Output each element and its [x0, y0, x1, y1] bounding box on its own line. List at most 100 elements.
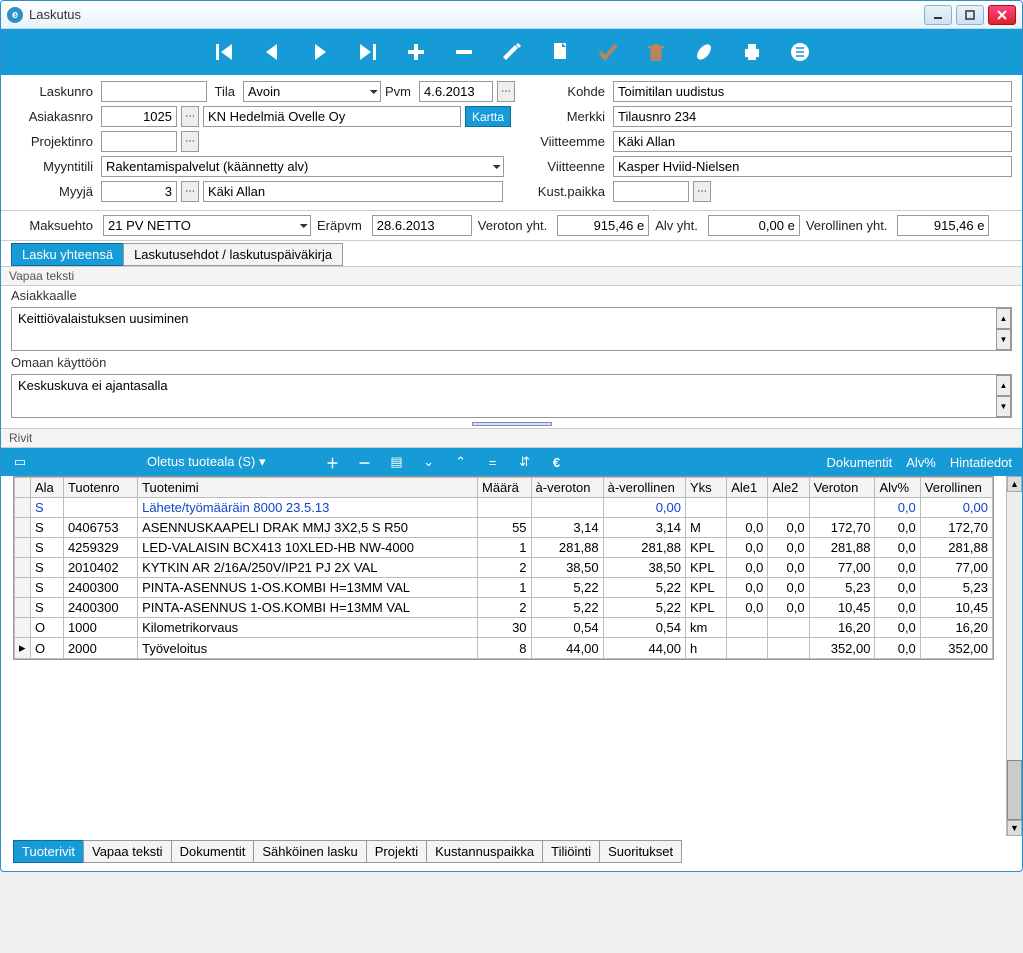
laskunro-input[interactable]	[101, 81, 207, 102]
remove-icon[interactable]	[450, 38, 478, 66]
myyja-nro-input[interactable]	[101, 181, 177, 202]
col-header[interactable]: Määrä	[477, 478, 531, 498]
col-header[interactable]: Ale2	[768, 478, 809, 498]
kartta-button[interactable]: Kartta	[465, 106, 511, 127]
print-icon[interactable]	[738, 38, 766, 66]
table-row[interactable]: S0406753ASENNUSKAAPELI DRAK MMJ 3X2,5 S …	[15, 518, 993, 538]
attach-icon[interactable]	[690, 38, 718, 66]
bottom-tab[interactable]: Kustannuspaikka	[426, 840, 543, 863]
viitteemme-input[interactable]	[613, 131, 1012, 152]
table-row[interactable]: S2400300PINTA-ASENNUS 1-OS.KOMBI H=13MM …	[15, 578, 993, 598]
col-header[interactable]: Ala	[30, 478, 63, 498]
tab-lasku-yhteensa[interactable]: Lasku yhteensä	[11, 243, 124, 266]
row-euro-icon[interactable]: €	[548, 455, 566, 470]
maksuehto-select[interactable]: 21 PV NETTO	[103, 215, 311, 236]
kustpaikka-lookup-button[interactable]: ⋯	[693, 181, 711, 202]
scroll-down-icon[interactable]: ▼	[1007, 820, 1022, 836]
col-header[interactable]: à-verollinen	[603, 478, 685, 498]
scroll-up-icon[interactable]: ▲	[1007, 476, 1022, 492]
check-icon[interactable]	[594, 38, 622, 66]
row-list-icon[interactable]: ▤	[388, 454, 406, 470]
splitter-handle[interactable]	[1, 420, 1022, 428]
kohde-input[interactable]	[613, 81, 1012, 102]
tila-select[interactable]: Avoin	[243, 81, 381, 102]
col-header[interactable]: à-veroton	[531, 478, 603, 498]
asiakasnro-input[interactable]	[101, 106, 177, 127]
omaan-text: Keskuskuva ei ajantasalla	[18, 378, 168, 393]
table-row[interactable]: O1000Kilometrikorvaus300,540,54km16,200,…	[15, 618, 993, 638]
viitteenne-input[interactable]	[613, 156, 1012, 177]
label-kustpaikka: Kust.paikka	[531, 184, 609, 199]
myyntitili-select[interactable]: Rakentamispalvelut (käännetty alv)	[101, 156, 504, 177]
bottom-tab[interactable]: Tiliöinti	[542, 840, 600, 863]
col-header[interactable]: Ale1	[727, 478, 768, 498]
row-down-icon[interactable]: ⌄	[420, 454, 438, 470]
asiakas-name-input[interactable]	[203, 106, 461, 127]
pvm-input[interactable]	[419, 81, 493, 102]
erapvm-input[interactable]	[372, 215, 472, 236]
row-equals-icon[interactable]: =	[484, 455, 502, 470]
omaan-textarea[interactable]: Keskuskuva ei ajantasalla ▲▼	[11, 374, 1012, 418]
table-row[interactable]: SLähete/työmääräin 8000 23.5.130,000,00,…	[15, 498, 993, 518]
tab-laskutusehdot[interactable]: Laskutusehdot / laskutuspäiväkirja	[123, 243, 343, 266]
myyja-lookup-button[interactable]: ⋯	[181, 181, 199, 202]
table-row[interactable]: ▸O2000Työveloitus844,0044,00h352,000,035…	[15, 638, 993, 659]
bottom-tab[interactable]: Sähköinen lasku	[253, 840, 366, 863]
projektinro-input[interactable]	[101, 131, 177, 152]
row-sort-icon[interactable]: ⇵	[516, 454, 534, 470]
projektinro-lookup-button[interactable]: ⋯	[181, 131, 199, 152]
table-row[interactable]: S2400300PINTA-ASENNUS 1-OS.KOMBI H=13MM …	[15, 598, 993, 618]
row-up-icon[interactable]: ⌃	[452, 454, 470, 470]
col-header[interactable]: Alv%	[875, 478, 920, 498]
row-add-icon[interactable]: ＋	[324, 453, 342, 472]
asiakasnro-lookup-button[interactable]: ⋯	[181, 106, 199, 127]
merkki-input[interactable]	[613, 106, 1012, 127]
alv-link[interactable]: Alv%	[906, 455, 936, 470]
close-button[interactable]	[988, 5, 1016, 25]
titlebar[interactable]: e Laskutus	[1, 1, 1022, 29]
col-header[interactable]: Tuotenro	[63, 478, 137, 498]
spin-up-icon[interactable]: ▲	[996, 375, 1011, 396]
spin-down-icon[interactable]: ▼	[996, 396, 1011, 417]
table-row[interactable]: S4259329LED-VALAISIN BCX413 10XLED-HB NW…	[15, 538, 993, 558]
oletus-tuoteala-dropdown[interactable]: Oletus tuoteala (S) ▾	[147, 454, 266, 470]
hintatiedot-link[interactable]: Hintatiedot	[950, 455, 1012, 470]
next-icon[interactable]	[306, 38, 334, 66]
copy-icon[interactable]	[546, 38, 574, 66]
scroll-thumb[interactable]	[1007, 760, 1022, 820]
trash-icon[interactable]	[642, 38, 670, 66]
bottom-tab[interactable]: Vapaa teksti	[83, 840, 172, 863]
prev-icon[interactable]	[258, 38, 286, 66]
grid-scrollbar[interactable]: ▲ ▼	[1006, 476, 1022, 836]
myyja-name-input[interactable]	[203, 181, 503, 202]
row-remove-icon[interactable]: －	[356, 453, 374, 472]
bottom-tab[interactable]: Dokumentit	[171, 840, 255, 863]
export-icon[interactable]	[786, 38, 814, 66]
maximize-button[interactable]	[956, 5, 984, 25]
col-header[interactable]: Tuotenimi	[138, 478, 478, 498]
bottom-tab[interactable]: Projekti	[366, 840, 427, 863]
first-icon[interactable]	[210, 38, 238, 66]
label-alvyht: Alv yht.	[655, 218, 702, 233]
pvm-picker-button[interactable]: ⋯	[497, 81, 515, 102]
main-toolbar	[1, 29, 1022, 75]
section-vapaateksti: Vapaa teksti	[1, 266, 1022, 286]
rows-grid[interactable]: AlaTuotenroTuotenimiMääräà-verotonà-vero…	[13, 476, 994, 660]
col-header[interactable]: Veroton	[809, 478, 875, 498]
col-header[interactable]: Verollinen	[920, 478, 992, 498]
spin-up-icon[interactable]: ▲	[996, 308, 1011, 329]
asiakkaalle-textarea[interactable]: Keittiövalaistuksen uusiminen ▲▼	[11, 307, 1012, 351]
col-header[interactable]: Yks	[686, 478, 727, 498]
dokumentit-link[interactable]: Dokumentit	[826, 455, 892, 470]
add-icon[interactable]	[402, 38, 430, 66]
spin-down-icon[interactable]: ▼	[996, 329, 1011, 350]
bottom-tab[interactable]: Tuoterivit	[13, 840, 84, 863]
kustpaikka-input[interactable]	[613, 181, 689, 202]
window-icon[interactable]: ▭	[11, 454, 29, 470]
label-verollinenyht: Verollinen yht.	[806, 218, 892, 233]
bottom-tab[interactable]: Suoritukset	[599, 840, 682, 863]
edit-icon[interactable]	[498, 38, 526, 66]
minimize-button[interactable]	[924, 5, 952, 25]
last-icon[interactable]	[354, 38, 382, 66]
table-row[interactable]: S2010402KYTKIN AR 2/16A/250V/IP21 PJ 2X …	[15, 558, 993, 578]
